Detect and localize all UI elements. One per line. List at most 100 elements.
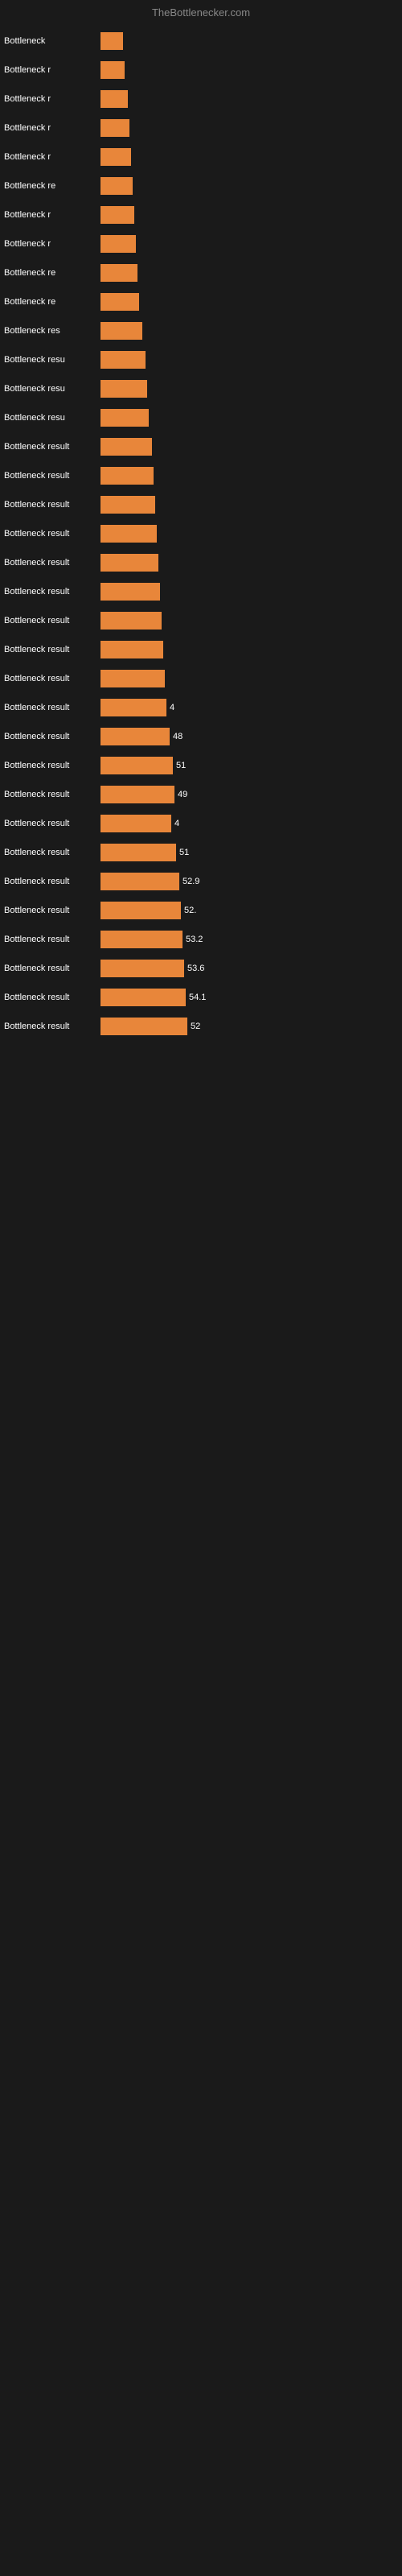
bar-row: Bottleneck r (4, 146, 394, 168)
bar-container: 52 (100, 1015, 394, 1038)
bar (100, 612, 162, 630)
bar-value: 51 (179, 848, 189, 857)
bar-label: Bottleneck result (4, 471, 100, 481)
bar-container (100, 493, 394, 516)
bar-row: Bottleneck result (4, 609, 394, 632)
bar-container (100, 378, 394, 400)
bar-label: Bottleneck res (4, 326, 100, 336)
bar-label: Bottleneck resu (4, 384, 100, 394)
bar-label: Bottleneck result (4, 500, 100, 510)
bar (100, 757, 173, 774)
bar-container (100, 580, 394, 603)
bar-value: 51 (176, 761, 186, 770)
bar-label: Bottleneck re (4, 181, 100, 191)
bar-container (100, 609, 394, 632)
bar-container: 53.2 (100, 928, 394, 951)
bar-row: Bottleneck result (4, 667, 394, 690)
bar (100, 467, 154, 485)
bar-row: Bottleneck (4, 30, 394, 52)
bar-container: 52.9 (100, 870, 394, 893)
bar-row: Bottleneck result 51 (4, 754, 394, 777)
bar-row: Bottleneck r (4, 117, 394, 139)
bar (100, 351, 146, 369)
bar-label: Bottleneck result (4, 732, 100, 741)
bar-label: Bottleneck resu (4, 355, 100, 365)
bar-container (100, 349, 394, 371)
bar (100, 119, 129, 137)
bar-label: Bottleneck result (4, 993, 100, 1002)
bar-value: 53.6 (187, 964, 204, 973)
bar-row: Bottleneck result 4 (4, 696, 394, 719)
bar-container (100, 262, 394, 284)
bar (100, 989, 186, 1006)
bar (100, 409, 149, 427)
bar (100, 496, 155, 514)
bar-row: Bottleneck re (4, 175, 394, 197)
bar-label: Bottleneck re (4, 268, 100, 278)
bar-row: Bottleneck resu (4, 407, 394, 429)
bar-row: Bottleneck result 51 (4, 841, 394, 864)
bar-value: 52 (191, 1022, 200, 1031)
bar-row: Bottleneck result 48 (4, 725, 394, 748)
bar-container (100, 638, 394, 661)
bar-label: Bottleneck result (4, 529, 100, 539)
bar (100, 786, 174, 803)
bar-value: 54.1 (189, 993, 206, 1002)
bar-label: Bottleneck result (4, 819, 100, 828)
bar-label: Bottleneck result (4, 442, 100, 452)
bar-row: Bottleneck result (4, 580, 394, 603)
bar-label: Bottleneck result (4, 558, 100, 568)
bar-row: Bottleneck result (4, 522, 394, 545)
bar (100, 235, 136, 253)
bar-value: 4 (174, 819, 179, 828)
bar-label: Bottleneck result (4, 877, 100, 886)
bar (100, 728, 170, 745)
bar-container: 52. (100, 899, 394, 922)
bar-label: Bottleneck r (4, 123, 100, 133)
bar-value: 4 (170, 703, 174, 712)
bar (100, 380, 147, 398)
bar-row: Bottleneck result (4, 436, 394, 458)
bar-row: Bottleneck result 52. (4, 899, 394, 922)
bar-container (100, 233, 394, 255)
bar-row: Bottleneck result (4, 493, 394, 516)
bar-container (100, 522, 394, 545)
bar-container (100, 320, 394, 342)
bar-container (100, 407, 394, 429)
site-title: TheBottlenecker.com (152, 6, 250, 19)
bar (100, 525, 157, 543)
bar (100, 641, 163, 658)
bar (100, 293, 139, 311)
bar-label: Bottleneck result (4, 906, 100, 915)
bar-container (100, 88, 394, 110)
bar-row: Bottleneck re (4, 291, 394, 313)
bar-label: Bottleneck result (4, 790, 100, 799)
bar-row: Bottleneck resu (4, 349, 394, 371)
bar (100, 438, 152, 456)
bar-label: Bottleneck r (4, 239, 100, 249)
bar-label: Bottleneck result (4, 848, 100, 857)
bar (100, 583, 160, 601)
bar-label: Bottleneck r (4, 65, 100, 75)
bar-container (100, 30, 394, 52)
bar-row: Bottleneck result 4 (4, 812, 394, 835)
bar-row: Bottleneck r (4, 204, 394, 226)
bar-container (100, 436, 394, 458)
bar-label: Bottleneck result (4, 616, 100, 625)
bar-value: 52. (184, 906, 196, 915)
bar-label: Bottleneck result (4, 587, 100, 597)
bar-row: Bottleneck r (4, 233, 394, 255)
bar (100, 554, 158, 572)
bar-value: 48 (173, 732, 183, 741)
bar-row: Bottleneck result (4, 464, 394, 487)
bar-label: Bottleneck result (4, 703, 100, 712)
bar-row: Bottleneck r (4, 88, 394, 110)
bar (100, 264, 137, 282)
bar-row: Bottleneck res (4, 320, 394, 342)
bar-container: 53.6 (100, 957, 394, 980)
bar-label: Bottleneck result (4, 761, 100, 770)
bar-label: Bottleneck r (4, 210, 100, 220)
bar (100, 931, 183, 948)
bar (100, 1018, 187, 1035)
bar-container: 54.1 (100, 986, 394, 1009)
